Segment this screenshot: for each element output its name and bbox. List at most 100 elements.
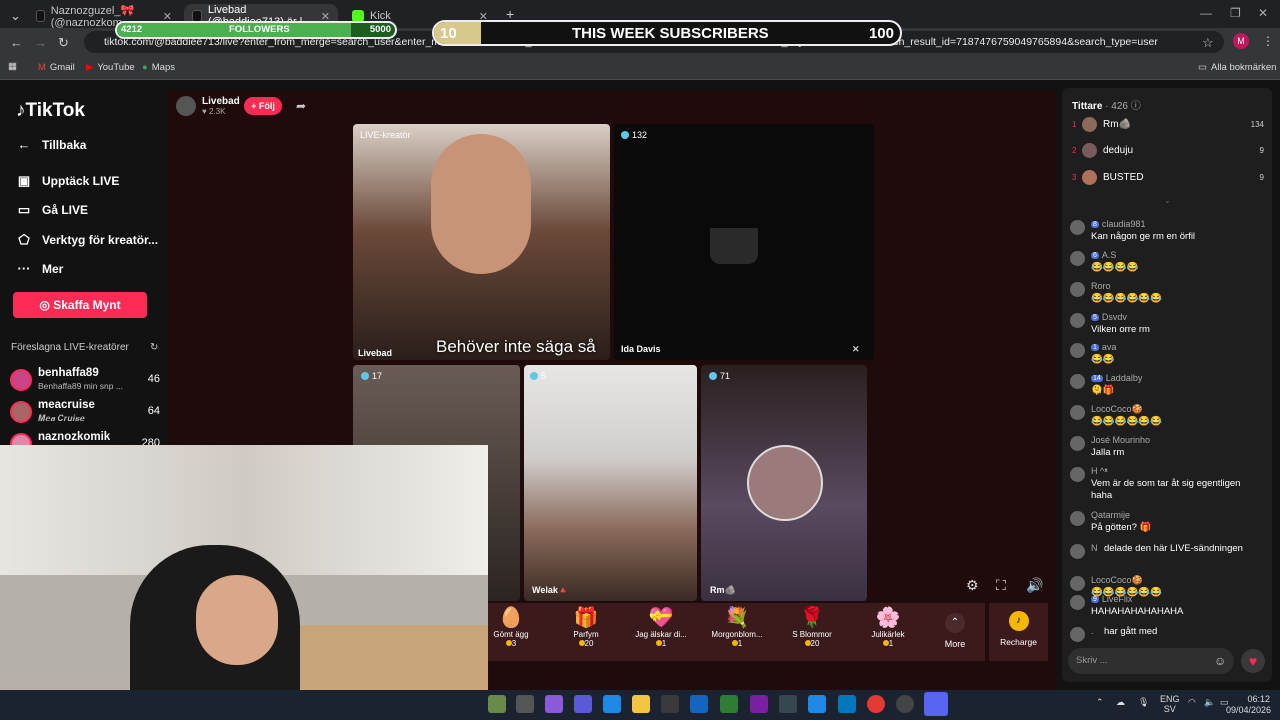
minimize-icon[interactable]: — [1200,6,1212,20]
suggested-creators-title: Föreslagna LIVE-kreatörer [11,342,129,353]
store-icon[interactable] [661,695,679,713]
sidebar-item-creator-tools[interactable]: ⬠ Verktyg för kreatör... [16,232,158,248]
chat-username-row: N [1091,543,1098,553]
follow-button[interactable]: + Följ [244,97,282,115]
tile-badge: 71 [709,371,730,381]
top-viewer[interactable]: 1 Rm🪨 134 [1072,117,1264,135]
roses-gift-icon: 🌹 [799,607,825,629]
tab-search-icon[interactable]: ⌄ [10,8,21,24]
sidebar-item-go-live[interactable]: ▭ Gå LIVE [16,202,88,218]
gift-item[interactable]: 🌸 Julikärlek 1 [848,606,928,648]
top-viewer[interactable]: 3 BUSTED 9 [1072,170,1264,188]
game-icon[interactable] [750,695,768,713]
speaker-icon[interactable]: 🔈 [1204,697,1215,708]
fullscreen-icon[interactable]: ⛶ [996,577,1006,594]
bookmark-youtube[interactable]: ▶ YouTube [86,62,135,73]
avatar [1070,576,1085,591]
top-viewer[interactable]: 2 deduju 9 [1072,143,1264,161]
task-view-icon[interactable] [516,695,534,713]
language-indicator[interactable]: ENG SV [1160,694,1180,714]
gift-item[interactable]: 🌹 S Blommor 20 [772,606,852,648]
profile-avatar[interactable]: M [1233,33,1249,49]
volume-icon[interactable]: 🔊 [1026,577,1043,594]
host-info[interactable]: Livebad ♥ 2.3K [176,96,240,116]
chat-text: 🫠🎁 [1091,385,1115,396]
suggested-creator[interactable]: meacruise 𝑴𝒆𝒂 𝑪𝒓𝒖𝒊𝒔𝒆 64 [10,399,160,429]
chat-placeholder: Skriv ... [1076,655,1108,666]
viewers-header[interactable]: Tittare · 426 ⓘ [1072,97,1141,112]
viewer-name: deduju [1103,145,1134,156]
mic-icon[interactable]: 🎙 [1138,697,1149,708]
chat-input[interactable]: Skriv ... [1068,648,1234,674]
menu-icon[interactable]: ⋮ [1262,34,1274,48]
teams-icon[interactable] [574,695,592,713]
viewer-dot-icon [361,372,369,380]
chrome-icon[interactable] [867,695,885,713]
shield-icon[interactable] [720,695,738,713]
video-tile-ida-davis[interactable] [614,124,874,360]
level-badge: 8 [1091,220,1099,228]
bookmark-star-icon[interactable]: ☆ [1202,35,1214,51]
more-icon: ··· [17,261,31,276]
video-tile-welak[interactable] [524,365,697,601]
back-link[interactable]: ← Tillbaka [16,137,87,152]
gift-name: S Blommor [792,630,832,639]
settings-icon[interactable]: ⚙ [966,577,979,594]
forward-icon[interactable]: → [34,35,47,50]
chat-username: José Mourinho [1091,435,1151,445]
get-coins-button[interactable]: ◎ Skaffa Mynt [13,292,147,318]
recharge-button[interactable]: ♪ Recharge [989,603,1048,661]
stream-caption: Behöver inte säga så [436,337,596,356]
obs-icon[interactable] [896,695,914,713]
gift-item[interactable]: 🎁 Parfym 20 [546,606,626,648]
avatar [1070,282,1085,297]
blossom-gift-icon: 🌸 [875,607,901,629]
more-gifts-button[interactable]: ⌃ More [935,613,975,649]
sidebar-item-discover-live[interactable]: ▣ Upptäck LIVE [16,173,120,189]
gift-item[interactable]: 💐 Morgonblom... 1 [697,606,777,648]
tray-chevron-icon[interactable]: ⌃ [1096,697,1104,708]
edge-icon[interactable] [603,695,621,713]
chat-username: H ^ᵜ [1091,466,1108,476]
sidebar-item-more[interactable]: ··· Mer [16,261,64,276]
onedrive-icon[interactable]: ☁ [1116,697,1125,708]
wifi-icon[interactable]: ◠ [1188,697,1196,708]
gift-price: 1 [737,639,743,648]
bookmark-gmail[interactable]: M Gmail [38,62,75,73]
app-icon[interactable] [488,695,506,713]
share-icon[interactable]: ➦ [296,99,306,113]
all-bookmarks[interactable]: ▭ Alla bokmärken [1198,62,1276,73]
chat-username-row: 6 A.S [1091,250,1116,260]
dev-icon[interactable] [779,695,797,713]
tile-badge-text: 132 [632,130,648,140]
bookmark-maps[interactable]: ● Maps [142,62,175,73]
video-tile-host[interactable] [353,124,610,360]
discord-icon[interactable] [924,692,948,716]
apps-icon[interactable]: ▦ [8,61,17,72]
app-icon[interactable] [838,695,856,713]
video-tile-rm[interactable] [701,365,867,601]
close-window-icon[interactable]: ✕ [1258,6,1268,20]
suggested-creator[interactable]: naznozkomik 280 [10,431,160,445]
refresh-icon[interactable]: ↻ [150,342,158,353]
chevron-icon[interactable]: ⌄ [1164,196,1171,205]
outlook-icon[interactable] [690,695,708,713]
copilot-icon[interactable] [545,695,563,713]
restore-icon[interactable]: ❐ [1230,6,1241,20]
explorer-icon[interactable] [632,695,650,713]
back-icon[interactable]: ← [10,35,23,50]
photos-icon[interactable] [808,695,826,713]
emoji-icon[interactable]: ☺ [1214,654,1226,668]
clock[interactable]: 06:12 09/04/2026 [1226,694,1271,716]
gift-item[interactable]: 💝 Jag älskar di... 1 [621,606,701,648]
suggested-creator[interactable]: benhaffa89 Benhaffa89 min snp ... 46 [10,367,160,397]
gift-name: Jag älskar di... [635,630,687,639]
chat-username: Dsvdv [1101,312,1127,322]
chat-text: Vilken orre rm [1091,324,1150,335]
like-heart-icon[interactable]: ♥ [1241,649,1265,673]
tile-name: Ida Davis [621,344,661,354]
host-name: Livebad [202,96,240,107]
tiktok-logo[interactable]: ♪TikTok [16,100,85,122]
subscribers-current: 10 [440,25,457,42]
reload-icon[interactable]: ↻ [58,35,69,51]
